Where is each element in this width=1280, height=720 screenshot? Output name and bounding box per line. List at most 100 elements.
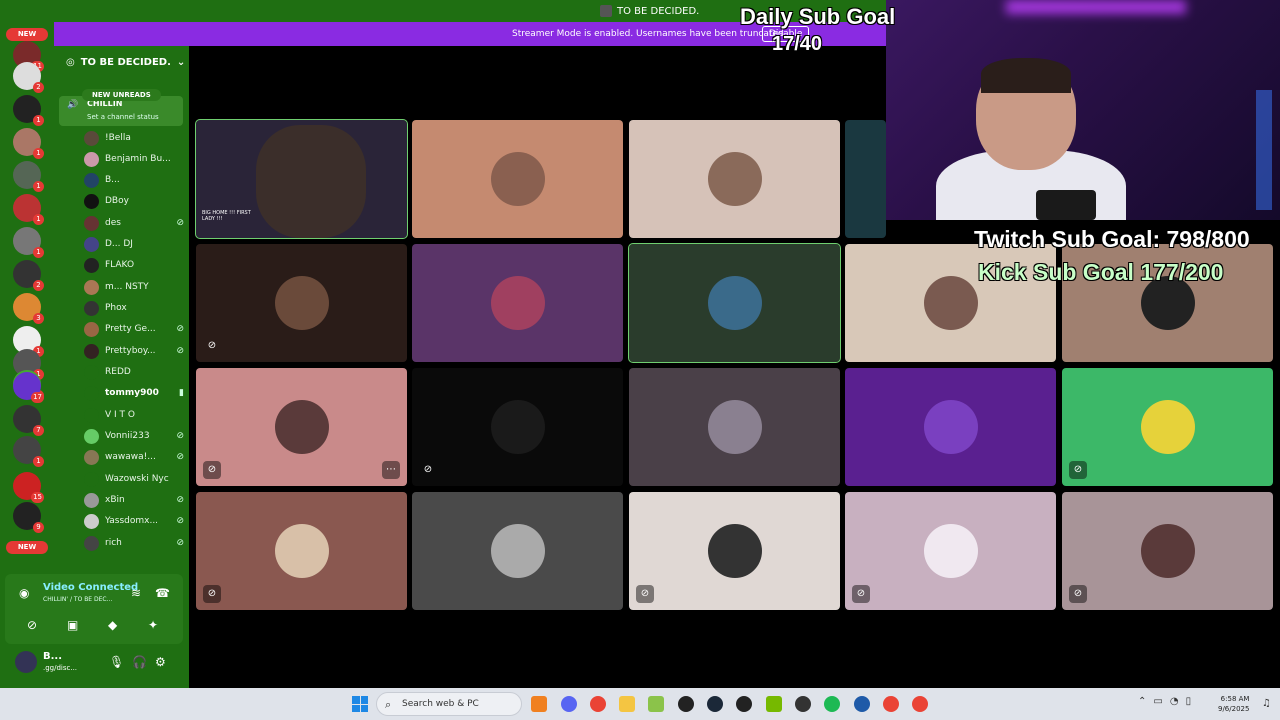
member-item[interactable]: Wazowski Nyc <box>84 469 184 489</box>
avatar <box>84 215 99 231</box>
volume-icon[interactable]: ◔ <box>1170 696 1179 707</box>
server-header[interactable]: ◎ TO BE DECIDED. ⌄ <box>66 57 185 68</box>
noise-suppression-icon[interactable]: ≋ <box>131 586 141 600</box>
app-icon[interactable] <box>854 696 870 712</box>
video-tile-streaming[interactable]: BIG HOME !!! FIRST LADY !!! <box>195 119 408 239</box>
video-tile[interactable]: ⊘ ⋯ <box>196 368 407 486</box>
activity-icon[interactable]: ◆ <box>108 618 117 632</box>
screen-share-icon[interactable]: ▣ <box>67 618 78 632</box>
nvidia-icon[interactable] <box>766 696 782 712</box>
member-item[interactable]: wawawa!... ⊘ <box>84 447 184 467</box>
app-icon[interactable] <box>795 696 811 712</box>
video-tile[interactable]: ⊘ <box>196 244 407 362</box>
new-unreads-pill[interactable]: NEW UNREADS <box>82 89 161 101</box>
member-item[interactable]: REDD <box>84 362 184 382</box>
avatar <box>708 524 762 578</box>
member-item[interactable]: tommy900 ▮ <box>84 383 184 403</box>
app-icon[interactable] <box>531 696 547 712</box>
member-item[interactable]: xBin ⊘ <box>84 490 184 510</box>
microphone-icon[interactable]: 🎙 <box>109 655 124 669</box>
muted-mic-icon: ⊘ <box>176 431 184 441</box>
new-pill-top[interactable]: NEW <box>6 28 48 41</box>
avatar <box>275 276 329 330</box>
spotify-icon[interactable] <box>824 696 840 712</box>
microphone <box>1036 190 1096 220</box>
video-tile[interactable]: ⊘ <box>412 368 623 486</box>
network-icon[interactable]: ▭ <box>1153 696 1162 707</box>
server-icon-17[interactable]: 9 <box>13 502 44 533</box>
member-item[interactable]: V I T O <box>84 405 184 425</box>
chrome-icon[interactable] <box>912 696 928 712</box>
member-item[interactable]: rich ⊘ <box>84 533 184 553</box>
taskbar-search[interactable]: ⌕ Search web & PC <box>376 692 522 716</box>
member-item[interactable]: B... <box>84 170 184 190</box>
video-tile[interactable] <box>412 120 623 238</box>
server-icon-4[interactable]: 1 <box>13 128 44 159</box>
server-icon-8[interactable]: 2 <box>13 260 44 291</box>
discord-icon[interactable] <box>561 696 577 712</box>
avatar <box>924 524 978 578</box>
member-item[interactable]: Vonnii233 ⊘ <box>84 426 184 446</box>
server-icon-6[interactable]: 1 <box>13 194 44 225</box>
video-tile[interactable] <box>845 368 1056 486</box>
member-item[interactable]: Prettyboy... ⊘ <box>84 341 184 361</box>
avatar[interactable] <box>15 651 37 673</box>
member-item[interactable]: !Bella <box>84 128 184 148</box>
disconnect-icon[interactable]: ☎ <box>155 586 170 600</box>
member-item[interactable]: Yassdomx... ⊘ <box>84 511 184 531</box>
video-tile[interactable] <box>845 120 886 238</box>
avatar <box>275 524 329 578</box>
server-icon-15[interactable]: 1 <box>13 436 44 467</box>
soundboard-icon[interactable]: ✦ <box>148 618 158 632</box>
member-item[interactable]: Pretty Ge... ⊘ <box>84 319 184 339</box>
member-item[interactable]: FLAKO <box>84 255 184 275</box>
video-tile[interactable]: ⊘ <box>1062 492 1273 610</box>
taskbar-clock[interactable]: 6:58 AM 9/6/2025 <box>1218 694 1249 714</box>
video-tile[interactable] <box>412 492 623 610</box>
member-item[interactable]: m... NSTY <box>84 277 184 297</box>
settings-icon[interactable]: ⚙ <box>155 655 166 669</box>
member-item[interactable]: Phox <box>84 298 184 318</box>
video-tile[interactable]: ⊘ <box>629 492 840 610</box>
video-tile[interactable] <box>629 120 840 238</box>
battery-icon[interactable]: ▯ <box>1186 696 1192 707</box>
chevron-down-icon: ⌄ <box>176 57 186 68</box>
server-icon-3[interactable]: 1 <box>13 95 44 126</box>
member-item[interactable]: DBoy <box>84 191 184 211</box>
steam-icon[interactable] <box>707 696 723 712</box>
windows-start-icon[interactable] <box>352 696 368 712</box>
headphones-icon[interactable]: 🎧 <box>132 655 147 669</box>
app-icon[interactable] <box>678 696 694 712</box>
chrome-icon[interactable] <box>883 696 899 712</box>
file-explorer-icon[interactable] <box>619 696 635 712</box>
daily-sub-goal-title: Daily Sub Goal <box>740 4 896 29</box>
member-item[interactable]: des ⊘ <box>84 213 184 233</box>
server-icon-14[interactable]: 7 <box>13 405 44 436</box>
store-icon[interactable] <box>648 696 664 712</box>
video-tile[interactable]: ⊘ <box>1062 368 1273 486</box>
app-icon[interactable] <box>736 696 752 712</box>
chevron-up-icon[interactable]: ⌃ <box>1138 696 1146 707</box>
avatar <box>491 524 545 578</box>
camera-off-icon[interactable]: ⊘ <box>27 618 37 632</box>
member-item[interactable]: Benjamin Bu... <box>84 149 184 169</box>
more-options-icon[interactable]: ⋯ <box>382 461 400 479</box>
notification-bell-icon[interactable]: ♫ <box>1262 698 1271 709</box>
video-tile-speaking[interactable] <box>628 243 841 363</box>
led-strip <box>1006 0 1186 14</box>
chrome-icon[interactable] <box>590 696 606 712</box>
streamer-webcam-overlay <box>886 0 1280 220</box>
member-item[interactable]: D... DJ <box>84 234 184 254</box>
video-tile[interactable]: ⊘ <box>845 492 1056 610</box>
new-pill-bottom[interactable]: NEW <box>6 541 48 554</box>
video-tile[interactable]: ⊘ <box>196 492 407 610</box>
server-icon-9[interactable]: 3 <box>13 293 44 324</box>
server-icon-16[interactable]: 15 <box>13 472 44 503</box>
server-icon-7[interactable]: 1 <box>13 227 44 258</box>
server-icon-5[interactable]: 1 <box>13 161 44 192</box>
video-tile[interactable] <box>412 244 623 362</box>
video-tile[interactable] <box>629 368 840 486</box>
set-channel-status[interactable]: Set a channel status <box>87 113 159 121</box>
server-icon-2[interactable]: 2 <box>13 62 44 93</box>
server-icon-13[interactable]: 17 <box>13 372 44 403</box>
